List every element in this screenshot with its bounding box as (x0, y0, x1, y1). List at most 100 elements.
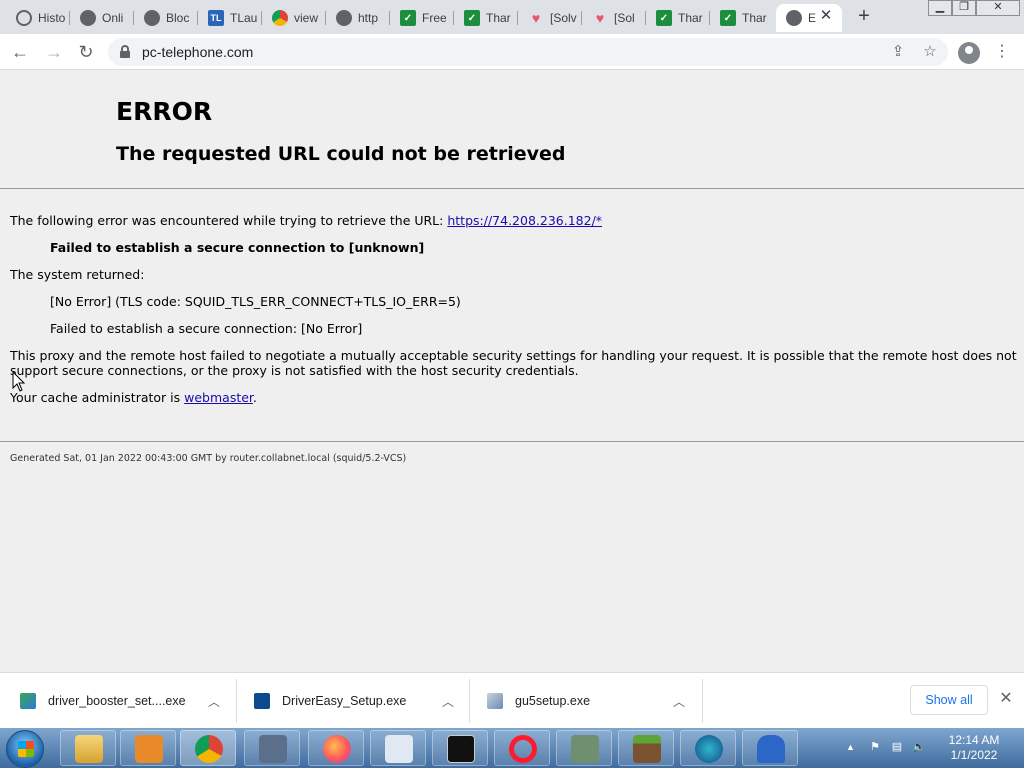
chrome-taskbar-button[interactable] (180, 730, 236, 766)
calendar-taskbar-button[interactable] (370, 730, 426, 766)
explorer-taskbar-button[interactable] (60, 730, 116, 766)
firefox-taskbar-button[interactable] (308, 730, 364, 766)
tab-thanks-3[interactable]: ✓ Thar (710, 4, 774, 32)
explanation-line-1: This proxy and the remote host failed to… (10, 348, 1017, 363)
failed-connection-strong: Failed to establish a secure connection … (50, 240, 425, 255)
chrome-icon (195, 735, 223, 763)
secure-connection-error: Failed to establish a secure connection:… (50, 321, 363, 336)
tab-solved-1[interactable]: ♥ [Solv (518, 4, 582, 32)
restore-button[interactable]: ❐ (952, 0, 976, 16)
tab-solved-2[interactable]: ♥ [Sol (582, 4, 646, 32)
hardware-icon (571, 735, 599, 763)
cmd-taskbar-button[interactable] (432, 730, 488, 766)
heart-icon: ♥ (595, 10, 605, 26)
folder-icon (75, 735, 103, 763)
share-icon[interactable]: ⇪ (888, 42, 908, 62)
start-button[interactable] (6, 730, 44, 768)
download-shelf: driver_booster_set....exe ︿ DriverEasy_S… (0, 672, 1024, 728)
lock-icon[interactable] (120, 45, 130, 58)
squid-error-page: ERROR The requested URL could not be ret… (0, 71, 1024, 671)
tab-title: [Sol (614, 11, 635, 25)
tab-tlauncher[interactable]: TL TLau (198, 4, 262, 32)
tab-title: Free (422, 11, 447, 25)
tab-thanks-2[interactable]: ✓ Thar (646, 4, 710, 32)
tab-title: Onli (102, 11, 124, 25)
download-item[interactable]: gu5setup.exe ︿ (487, 679, 697, 723)
tab-history[interactable]: Histo (6, 4, 70, 32)
download-item[interactable]: DriverEasy_Setup.exe ︿ (254, 679, 464, 723)
menu-kebab-icon[interactable]: ⋮ (990, 40, 1014, 64)
clock-time: 12:14 AM (948, 733, 1000, 747)
hardware-taskbar-button[interactable] (556, 730, 612, 766)
back-button[interactable]: ← (8, 40, 32, 64)
app-icon (695, 735, 723, 763)
chevron-up-icon[interactable]: ︿ (442, 693, 454, 710)
tab-title: http (358, 11, 379, 25)
green-check-icon: ✓ (464, 10, 480, 26)
profile-avatar-icon[interactable] (958, 42, 980, 64)
bookmark-star-icon[interactable]: ☆ (920, 42, 940, 62)
command-prompt-icon (447, 735, 475, 763)
tl-logo-icon: TL (208, 10, 224, 26)
flag-icon[interactable]: ⚑ (868, 740, 882, 754)
forward-button[interactable]: → (42, 40, 66, 64)
network-icon[interactable]: ▤ (890, 740, 904, 754)
setup-icon (487, 693, 503, 709)
show-all-button[interactable]: Show all (910, 685, 988, 715)
firefox-icon (323, 735, 351, 763)
admin-prefix: Your cache administrator is (10, 390, 181, 405)
tray-expand-icon[interactable]: ▲ (846, 742, 855, 752)
download-filename: gu5setup.exe (515, 694, 591, 708)
admin-line: Your cache administrator is webmaster. (10, 390, 257, 405)
history-icon (16, 10, 32, 26)
chevron-up-icon[interactable]: ︿ (208, 693, 220, 710)
tab-title: Thar (742, 11, 767, 25)
app-taskbar-button[interactable] (680, 730, 736, 766)
new-tab-button[interactable]: + (854, 6, 874, 26)
close-shelf-icon[interactable]: ✕ (996, 689, 1016, 709)
system-clock[interactable]: 12:14 AM 1/1/2022 (940, 733, 1008, 763)
minecraft-taskbar-button[interactable] (618, 730, 674, 766)
system-returned-label: The system returned: (10, 267, 145, 282)
download-item[interactable]: driver_booster_set....exe ︿ (20, 679, 230, 723)
error-url-link[interactable]: https://74.208.236.182/* (447, 213, 602, 228)
tab-view[interactable]: view (262, 4, 326, 32)
address-bar[interactable]: pc-telephone.com ⇪ ☆ (108, 38, 948, 66)
encountered-text: The following error was encountered whil… (10, 213, 444, 228)
chevron-up-icon[interactable]: ︿ (673, 693, 685, 710)
volume-icon[interactable]: 🔈 (912, 740, 926, 754)
green-check-icon: ✓ (656, 10, 672, 26)
computer-taskbar-button[interactable] (244, 730, 300, 766)
heart-icon: ♥ (531, 10, 541, 26)
globe-icon (80, 10, 96, 26)
reload-button[interactable]: ↻ (74, 40, 98, 64)
browser-toolbar: ← → ↻ pc-telephone.com ⇪ ☆ ⋮ (0, 34, 1024, 70)
tab-http[interactable]: http (326, 4, 390, 32)
tab-title: view (294, 11, 319, 25)
tab-online[interactable]: Onli (70, 4, 134, 32)
globe-icon (336, 10, 352, 26)
url-text[interactable]: pc-telephone.com (142, 44, 253, 60)
error-header: ERROR The requested URL could not be ret… (0, 71, 1024, 189)
media-player-icon (135, 735, 163, 763)
tab-close-icon[interactable]: ✕ (818, 8, 834, 24)
installer-icon (20, 693, 36, 709)
app2-icon (757, 735, 785, 763)
media-player-taskbar-button[interactable] (120, 730, 176, 766)
download-filename: driver_booster_set....exe (48, 694, 186, 708)
close-window-button[interactable]: ✕ (976, 0, 1020, 16)
tab-strip: Histo Onli Bloc TL TLau view http ✓ Free ✓… (0, 0, 1024, 34)
opera-taskbar-button[interactable] (494, 730, 550, 766)
webmaster-link[interactable]: webmaster (184, 390, 253, 405)
download-filename: DriverEasy_Setup.exe (282, 694, 407, 708)
tls-error-code: [No Error] (TLS code: SQUID_TLS_ERR_CONN… (50, 294, 461, 309)
tab-title: [Solv (550, 11, 577, 25)
page-subtitle: The requested URL could not be retrieved (116, 143, 566, 165)
computer-icon (259, 735, 287, 763)
tab-block[interactable]: Bloc (134, 4, 198, 32)
tab-thanks-1[interactable]: ✓ Thar (454, 4, 518, 32)
error-encountered-line: The following error was encountered whil… (10, 213, 602, 228)
app2-taskbar-button[interactable] (742, 730, 798, 766)
tab-free[interactable]: ✓ Free (390, 4, 454, 32)
minimize-button[interactable]: ▁ (928, 0, 952, 16)
